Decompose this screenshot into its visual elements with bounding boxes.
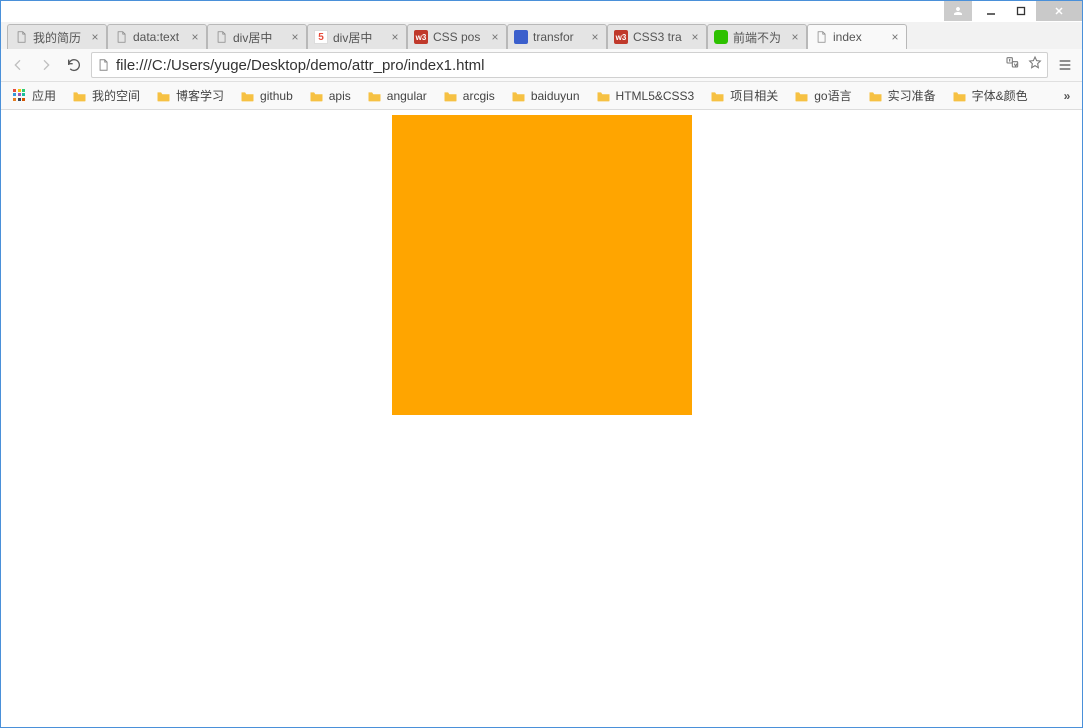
apps-icon	[13, 89, 27, 103]
page-favicon-icon	[214, 30, 228, 44]
maximize-button[interactable]	[1006, 1, 1036, 21]
page-favicon-icon	[14, 30, 28, 44]
star-icon[interactable]	[1027, 55, 1043, 76]
browser-tab[interactable]: 5 div居中 ×	[307, 24, 407, 49]
tab-strip: 我的简历×data:text×div居中×5div居中×w3CSS pos×tr…	[1, 22, 1082, 49]
tab-title: div居中	[333, 29, 386, 46]
tab-close-icon[interactable]: ×	[890, 32, 900, 42]
bookmark-folder[interactable]: baiduyun	[505, 86, 586, 106]
bookmark-label: 字体&颜色	[972, 87, 1028, 104]
browser-tab[interactable]: 我的简历 ×	[7, 24, 107, 49]
bookmarks-list: 我的空间 博客学习 github apis angular arcgis baiduyun H…	[66, 84, 1034, 107]
user-account-button[interactable]	[944, 1, 972, 21]
bookmark-folder[interactable]: 我的空间	[66, 84, 146, 107]
browser-tab[interactable]: data:text ×	[107, 24, 207, 49]
browser-window: 我的简历×data:text×div居中×5div居中×w3CSS pos×tr…	[0, 0, 1083, 728]
tab-title: CSS pos	[433, 30, 486, 44]
file-icon	[96, 58, 110, 72]
address-bar[interactable]: file:///C:/Users/yuge/Desktop/demo/attr_…	[91, 52, 1048, 78]
tab-close-icon[interactable]: ×	[790, 32, 800, 42]
forward-button[interactable]	[35, 54, 57, 76]
tab-title: CSS3 tra	[633, 30, 686, 44]
bookmark-folder[interactable]: 字体&颜色	[946, 84, 1034, 107]
folder-icon	[309, 90, 324, 102]
folder-icon	[156, 90, 171, 102]
window-title-bar	[1, 1, 1082, 22]
bookmark-folder[interactable]: 项目相关	[704, 84, 784, 107]
toolbar: file:///C:/Users/yuge/Desktop/demo/attr_…	[1, 49, 1082, 82]
browser-tab[interactable]: w3 CSS3 tra ×	[607, 24, 707, 49]
bookmark-folder[interactable]: apis	[303, 86, 357, 106]
minimize-button[interactable]	[976, 1, 1006, 21]
folder-icon	[952, 90, 967, 102]
browser-tab[interactable]: 前端不为 ×	[707, 24, 807, 49]
bookmark-folder[interactable]: 博客学习	[150, 84, 230, 107]
browser-tab[interactable]: transfor ×	[507, 24, 607, 49]
reload-button[interactable]	[63, 54, 85, 76]
bookmark-label: baiduyun	[531, 89, 580, 103]
bookmark-label: HTML5&CSS3	[616, 89, 695, 103]
tab-title: 前端不为	[733, 29, 786, 46]
browser-tab[interactable]: w3 CSS pos ×	[407, 24, 507, 49]
bookmark-label: go语言	[814, 87, 851, 104]
bookmarks-bar: 应用 我的空间 博客学习 github apis angular arcgis baiduy…	[1, 82, 1082, 110]
bookmark-label: angular	[387, 89, 427, 103]
wechat-favicon-icon	[714, 30, 728, 44]
w3-favicon-icon: w3	[614, 30, 628, 44]
bookmark-folder[interactable]: arcgis	[437, 86, 501, 106]
bookmark-folder[interactable]: HTML5&CSS3	[590, 86, 701, 106]
tab-close-icon[interactable]: ×	[190, 32, 200, 42]
apps-label: 应用	[32, 87, 56, 104]
folder-icon	[868, 90, 883, 102]
apps-shortcut[interactable]: 应用	[7, 84, 62, 107]
tab-title: div居中	[233, 29, 286, 46]
folder-icon	[511, 90, 526, 102]
close-button[interactable]	[1036, 1, 1082, 21]
folder-icon	[596, 90, 611, 102]
tab-close-icon[interactable]: ×	[490, 32, 500, 42]
bookmarks-overflow-button[interactable]: »	[1058, 89, 1076, 103]
five-favicon-icon: 5	[314, 30, 328, 44]
tab-close-icon[interactable]: ×	[690, 32, 700, 42]
page-favicon-icon	[814, 30, 828, 44]
bookmark-folder[interactable]: go语言	[788, 84, 857, 107]
tab-title: 我的简历	[33, 29, 86, 46]
tab-close-icon[interactable]: ×	[290, 32, 300, 42]
bookmark-label: arcgis	[463, 89, 495, 103]
bookmark-label: github	[260, 89, 293, 103]
tab-title: data:text	[133, 30, 186, 44]
baidu-favicon-icon	[514, 30, 528, 44]
tab-close-icon[interactable]: ×	[590, 32, 600, 42]
browser-tab[interactable]: index ×	[807, 24, 907, 49]
bookmark-label: 博客学习	[176, 87, 224, 104]
page-viewport	[1, 110, 1082, 727]
bookmark-folder[interactable]: github	[234, 86, 299, 106]
bookmark-label: 我的空间	[92, 87, 140, 104]
bookmark-label: 项目相关	[730, 87, 778, 104]
bookmark-folder[interactable]: angular	[361, 86, 433, 106]
folder-icon	[710, 90, 725, 102]
chrome-menu-button[interactable]	[1054, 54, 1076, 76]
orange-box	[392, 115, 692, 415]
folder-icon	[72, 90, 87, 102]
folder-icon	[443, 90, 458, 102]
tab-title: index	[833, 30, 886, 44]
bookmark-label: apis	[329, 89, 351, 103]
tab-close-icon[interactable]: ×	[90, 32, 100, 42]
omnibox-actions	[1005, 55, 1043, 76]
url-text[interactable]: file:///C:/Users/yuge/Desktop/demo/attr_…	[116, 57, 1005, 74]
folder-icon	[240, 90, 255, 102]
tab-close-icon[interactable]: ×	[390, 32, 400, 42]
bookmark-folder[interactable]: 实习准备	[862, 84, 942, 107]
back-button[interactable]	[7, 54, 29, 76]
folder-icon	[794, 90, 809, 102]
w3-favicon-icon: w3	[414, 30, 428, 44]
translate-icon[interactable]	[1005, 55, 1021, 76]
tab-title: transfor	[533, 30, 586, 44]
page-favicon-icon	[114, 30, 128, 44]
browser-tab[interactable]: div居中 ×	[207, 24, 307, 49]
folder-icon	[367, 90, 382, 102]
bookmark-label: 实习准备	[888, 87, 936, 104]
